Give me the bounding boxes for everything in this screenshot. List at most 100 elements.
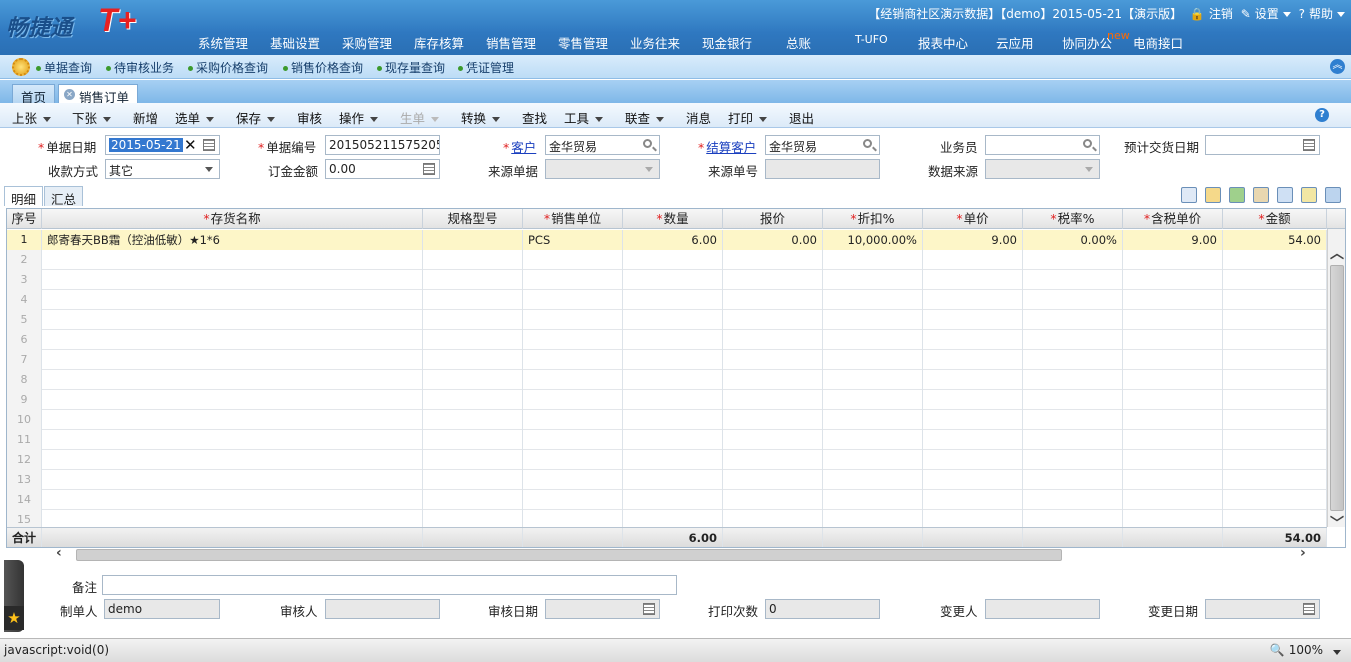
grid-cell[interactable]	[1123, 350, 1223, 370]
grid-cell[interactable]	[1123, 290, 1223, 310]
grid-cell[interactable]	[1223, 310, 1327, 330]
chevron-down-icon[interactable]	[1337, 12, 1345, 17]
item-name[interactable]: 郎寄春天BB霜（控油低敏）★1*6	[42, 230, 423, 250]
star-icon[interactable]: ★	[4, 606, 24, 630]
help-icon[interactable]: ?	[1315, 108, 1329, 122]
tab-detail[interactable]: 明细	[4, 186, 44, 207]
chevron-left-icon[interactable]: ‹	[56, 545, 62, 561]
grid-cell[interactable]	[923, 450, 1023, 470]
grid-cell[interactable]	[1023, 430, 1123, 450]
grid-cell[interactable]	[1123, 330, 1223, 350]
menu-tufo[interactable]: T-UFO	[855, 33, 888, 46]
col-qty[interactable]: 数量	[623, 209, 723, 229]
menu-cloud[interactable]: 云应用	[996, 33, 1034, 52]
grid-cell[interactable]	[1223, 390, 1327, 410]
table-row[interactable]: 13	[7, 470, 1327, 490]
grid-cell[interactable]	[723, 410, 823, 430]
grid-cell[interactable]	[723, 270, 823, 290]
doc-date-field[interactable]: 2015-05-21	[105, 135, 220, 155]
grid-cell[interactable]	[1223, 270, 1327, 290]
grid-cell[interactable]	[1023, 370, 1123, 390]
close-icon[interactable]: ✕	[64, 89, 75, 100]
table-row[interactable]: 6	[7, 330, 1327, 350]
menu-inventory[interactable]: 库存核算	[414, 33, 464, 52]
col-price[interactable]: 单价	[923, 209, 1023, 229]
tab-summary[interactable]: 汇总	[44, 186, 84, 207]
table-row[interactable]: 3	[7, 270, 1327, 290]
grid-cell[interactable]	[923, 350, 1023, 370]
grid-cell[interactable]	[923, 290, 1023, 310]
item-quote[interactable]: 0.00	[723, 230, 823, 250]
chevron-down-icon[interactable]	[1085, 167, 1093, 172]
grid-cell[interactable]	[523, 430, 623, 450]
grid-cell[interactable]	[423, 330, 523, 350]
grid-cell[interactable]	[623, 250, 723, 270]
item-amount[interactable]: 54.00	[1223, 230, 1327, 250]
grid-cell[interactable]	[1123, 450, 1223, 470]
settle-customer-label[interactable]: 结算客户	[698, 137, 756, 156]
expected-date-field[interactable]	[1205, 135, 1320, 155]
col-unit[interactable]: 销售单位	[523, 209, 623, 229]
grid-cell[interactable]	[823, 270, 923, 290]
table-row[interactable]: 12	[7, 450, 1327, 470]
grid-cell[interactable]	[823, 490, 923, 510]
grid-cell[interactable]	[823, 410, 923, 430]
grid-cell[interactable]	[42, 410, 423, 430]
item-spec[interactable]	[423, 230, 523, 250]
chevron-down-icon[interactable]	[1333, 650, 1341, 655]
grid-cell[interactable]	[1123, 470, 1223, 490]
grid-cell[interactable]	[1123, 370, 1223, 390]
grid-cell[interactable]	[1223, 470, 1327, 490]
grid-cell[interactable]	[723, 330, 823, 350]
find-replace-icon[interactable]	[1253, 187, 1269, 203]
grid-cell[interactable]	[723, 250, 823, 270]
grid-cell[interactable]	[1123, 310, 1223, 330]
grid-cell[interactable]	[623, 290, 723, 310]
chevron-down-icon[interactable]	[205, 167, 213, 172]
grid-cell[interactable]	[823, 350, 923, 370]
menu-ledger[interactable]: 总账	[786, 33, 811, 52]
grid-cell[interactable]	[823, 330, 923, 350]
col-quote[interactable]: 报价	[723, 209, 823, 229]
grid-cell[interactable]	[42, 430, 423, 450]
grid-cell[interactable]	[823, 310, 923, 330]
data-source-select[interactable]	[985, 159, 1100, 179]
grid-cell[interactable]	[623, 470, 723, 490]
calculator-icon[interactable]	[423, 163, 435, 175]
grid-cell[interactable]	[42, 310, 423, 330]
grid-cell[interactable]	[42, 250, 423, 270]
save-layout-icon[interactable]	[1325, 187, 1341, 203]
settings-link[interactable]: 设置	[1255, 7, 1279, 21]
chevron-down-icon[interactable]	[1282, 12, 1291, 17]
save-button[interactable]: 保存	[236, 108, 276, 127]
operate-button[interactable]: 操作	[339, 108, 379, 127]
audit-button[interactable]: 审核	[297, 108, 322, 127]
customer-field[interactable]: 金华贸易	[545, 135, 660, 155]
col-taxprice[interactable]: 含税单价	[1123, 209, 1223, 229]
col-discount[interactable]: 折扣%	[823, 209, 923, 229]
grid-cell[interactable]	[923, 470, 1023, 490]
grid-cell[interactable]	[923, 430, 1023, 450]
quick-sales-price[interactable]: 销售价格查询	[283, 59, 363, 76]
doc-no-field[interactable]: 201505211575205	[325, 135, 440, 155]
grid-cell[interactable]	[623, 450, 723, 470]
grid-cell[interactable]	[523, 450, 623, 470]
grid-cell[interactable]	[423, 350, 523, 370]
grid-cell[interactable]	[723, 470, 823, 490]
grid-cell[interactable]	[723, 450, 823, 470]
search-icon[interactable]	[863, 139, 872, 148]
grid-cell[interactable]	[523, 410, 623, 430]
horizontal-scrollbar[interactable]: ‹ ›	[50, 545, 1320, 562]
table-row[interactable]: 11	[7, 430, 1327, 450]
prev-button[interactable]: 上张	[12, 108, 52, 127]
grid-cell[interactable]	[423, 390, 523, 410]
quick-doc-query[interactable]: 单据查询	[36, 59, 92, 76]
grid-cell[interactable]	[523, 470, 623, 490]
grid-cell[interactable]	[1023, 250, 1123, 270]
grid-cell[interactable]	[1023, 310, 1123, 330]
item-tax[interactable]: 0.00%	[1023, 230, 1123, 250]
grid-cell[interactable]	[423, 430, 523, 450]
grid-cell[interactable]	[923, 270, 1023, 290]
grid-cell[interactable]	[923, 490, 1023, 510]
grid-cell[interactable]	[523, 490, 623, 510]
